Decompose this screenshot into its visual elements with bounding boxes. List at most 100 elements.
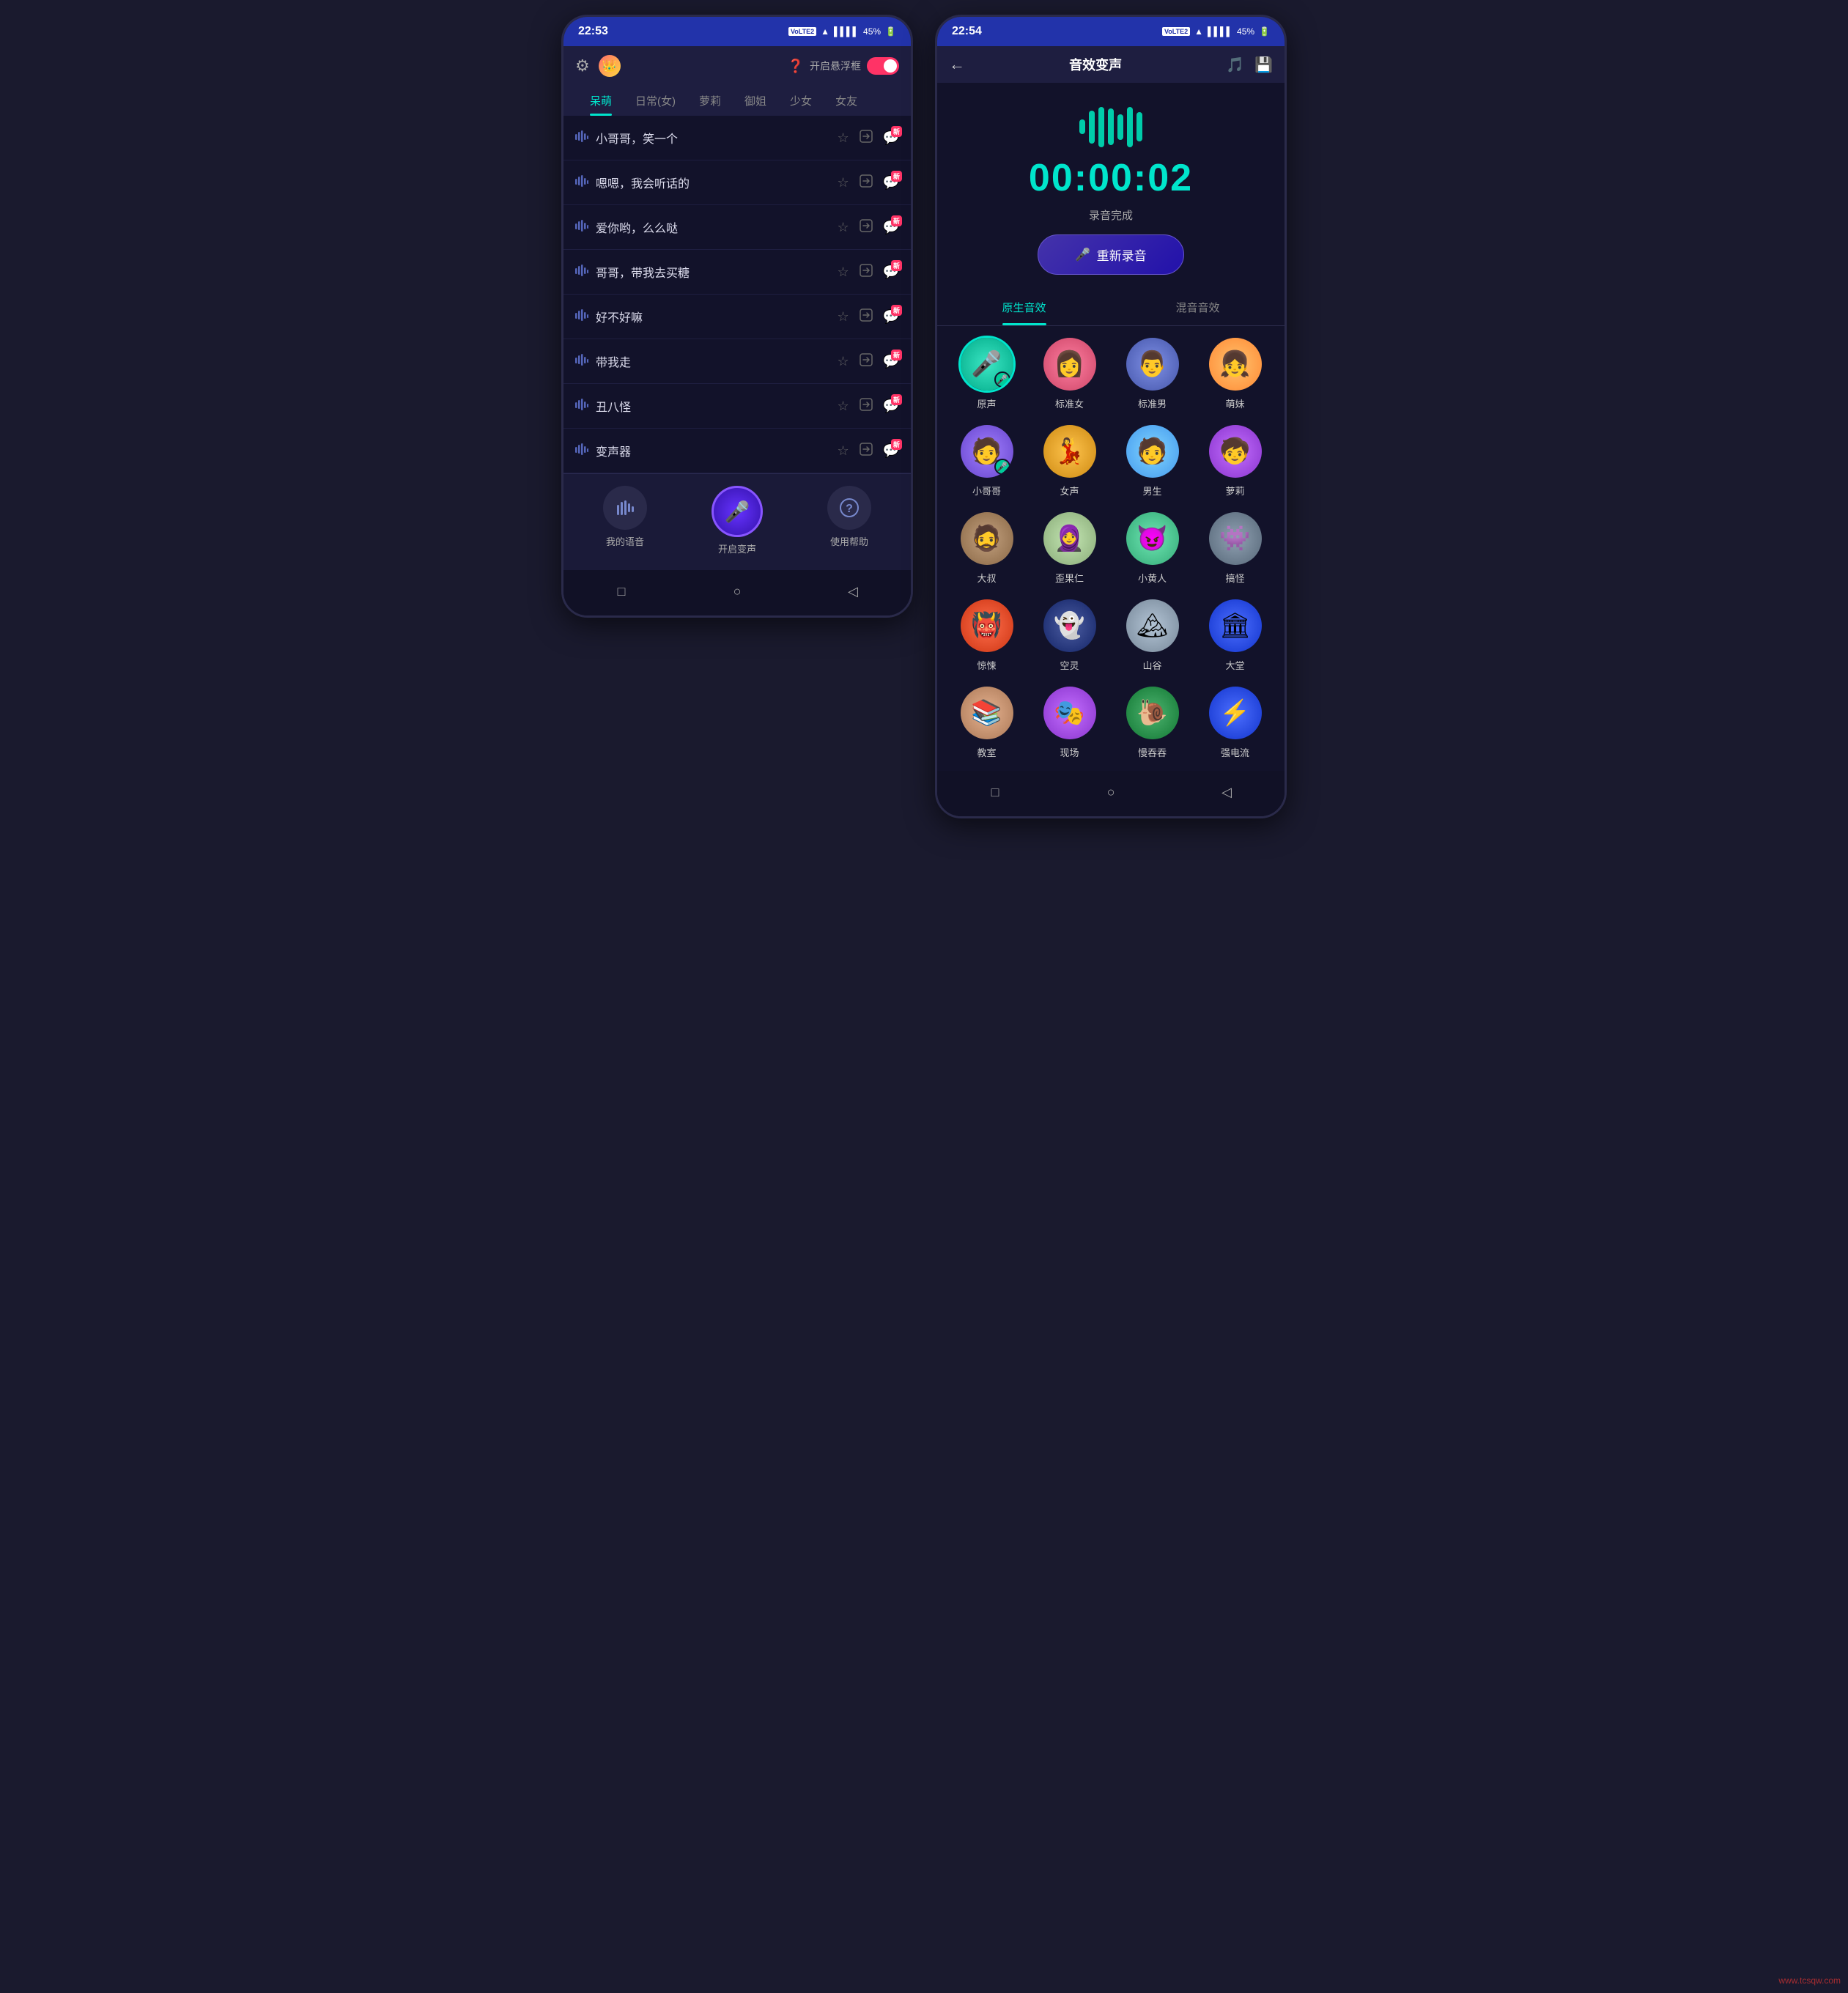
square-btn[interactable]: □ [610, 580, 632, 602]
tab-4[interactable]: 少女 [778, 86, 824, 116]
save-icon[interactable]: 💾 [1254, 56, 1273, 74]
back-btn-sys[interactable]: ◁ [842, 580, 864, 602]
star-icon-7[interactable]: ☆ [837, 443, 849, 459]
chat-container-1: 💬 新 [883, 175, 899, 191]
status-icons-left: VoLTE2 ▲ ▌▌▌▌ 45% 🔋 [788, 26, 896, 37]
effect-name-8: 大叔 [977, 571, 996, 585]
effect-item-2[interactable]: 👨 标准男 [1115, 338, 1190, 410]
right-phone: 22:54 VoLTE2 ▲ ▌▌▌▌ 45% 🔋 ← 音效变声 🎵 💾 [935, 15, 1287, 818]
float-toggle[interactable] [867, 57, 899, 75]
effect-item-8[interactable]: 🧔 大叔 [949, 512, 1024, 585]
circle-btn-r[interactable]: ○ [1100, 781, 1122, 803]
effect-item-9[interactable]: 🧕 歪果仁 [1032, 512, 1107, 585]
wave-bar-4 [1108, 108, 1114, 145]
square-btn-r[interactable]: □ [984, 781, 1006, 803]
nav-my-voice[interactable]: 我的语音 [603, 486, 647, 555]
new-badge-1: 新 [891, 171, 902, 182]
effect-name-9: 歪果仁 [1055, 571, 1084, 585]
share-icon-1[interactable] [860, 174, 873, 191]
star-icon-4[interactable]: ☆ [837, 309, 849, 325]
star-icon-6[interactable]: ☆ [837, 399, 849, 414]
effect-avatar-1: 👩 [1043, 338, 1096, 391]
song-item-3[interactable]: 哥哥，带我去买糖 ☆ 💬 新 [563, 250, 911, 295]
tab-3[interactable]: 御姐 [733, 86, 778, 116]
effect-avatar-5: 💃 [1043, 425, 1096, 478]
effects-grid: 🎤 🎤 原声 👩 标准女 👨 标准男 👧 萌妹 🧑 🎤 小哥哥 💃 [937, 326, 1285, 771]
effect-emoji-16: 📚 [971, 698, 1002, 728]
effect-item-11[interactable]: 👾 搞怪 [1197, 512, 1273, 585]
effect-item-18[interactable]: 🐌 慢吞吞 [1115, 687, 1190, 759]
crown-icon[interactable]: 👑 [599, 55, 621, 77]
song-item-4[interactable]: 好不好嘛 ☆ 💬 新 [563, 295, 911, 339]
effect-item-13[interactable]: 👻 空灵 [1032, 599, 1107, 672]
share-icon-0[interactable] [860, 130, 873, 147]
share-icon-5[interactable] [860, 353, 873, 370]
song-item-7[interactable]: 变声器 ☆ 💬 新 [563, 429, 911, 473]
tab-0[interactable]: 呆萌 [578, 86, 624, 116]
settings-icon[interactable]: ⚙ [575, 56, 590, 75]
tab-1[interactable]: 日常(女) [624, 86, 687, 116]
effect-item-3[interactable]: 👧 萌妹 [1197, 338, 1273, 410]
effect-item-19[interactable]: ⚡ 强电流 [1197, 687, 1273, 759]
circle-btn[interactable]: ○ [726, 580, 748, 602]
song-actions-7: ☆ 💬 新 [837, 443, 899, 459]
tab-2[interactable]: 萝莉 [687, 86, 733, 116]
song-actions-1: ☆ 💬 新 [837, 174, 899, 191]
effect-item-10[interactable]: 😈 小黄人 [1115, 512, 1190, 585]
back-button[interactable]: ← [949, 55, 965, 74]
wave-bar-7 [1136, 112, 1142, 141]
effect-item-5[interactable]: 💃 女声 [1032, 425, 1107, 498]
effect-emoji-6: 🧑 [1136, 437, 1167, 466]
star-icon-0[interactable]: ☆ [837, 130, 849, 146]
re-record-button[interactable]: 🎤 重新录音 [1038, 234, 1183, 275]
battery-icon-r: 🔋 [1259, 26, 1270, 37]
effect-item-16[interactable]: 📚 教室 [949, 687, 1024, 759]
effect-name-4: 小哥哥 [972, 484, 1001, 498]
back-btn-sys-r[interactable]: ◁ [1216, 781, 1238, 803]
effect-avatar-12: 👹 [961, 599, 1013, 652]
mic-icon: 🎤 [712, 486, 763, 537]
recording-status: 录音完成 [1089, 207, 1133, 223]
share-icon-7[interactable] [860, 443, 873, 459]
song-item-6[interactable]: 丑八怪 ☆ 💬 新 [563, 384, 911, 429]
chat-container-4: 💬 新 [883, 309, 899, 325]
effect-item-12[interactable]: 👹 惊悚 [949, 599, 1024, 672]
star-icon-2[interactable]: ☆ [837, 220, 849, 235]
share-icon-2[interactable] [860, 219, 873, 236]
effect-emoji-0: 🎤 [971, 350, 1002, 379]
wave-bar-5 [1117, 114, 1123, 140]
tab-native-effect[interactable]: 原生音效 [937, 289, 1111, 325]
star-icon-5[interactable]: ☆ [837, 354, 849, 369]
effect-item-7[interactable]: 🧒 萝莉 [1197, 425, 1273, 498]
effect-item-15[interactable]: 🏛 大堂 [1197, 599, 1273, 672]
waveform-display [1079, 105, 1142, 149]
effect-name-10: 小黄人 [1138, 571, 1167, 585]
effect-item-17[interactable]: 🎭 现场 [1032, 687, 1107, 759]
list-icon[interactable]: 🎵 [1226, 56, 1244, 74]
waveform-icon-2 [575, 220, 588, 235]
share-icon-4[interactable] [860, 308, 873, 325]
song-item-5[interactable]: 带我走 ☆ 💬 新 [563, 339, 911, 384]
star-icon-3[interactable]: ☆ [837, 265, 849, 280]
mic-indicator-4: 🎤 [994, 459, 1010, 475]
effect-item-14[interactable]: 🏔 山谷 [1115, 599, 1190, 672]
share-icon-6[interactable] [860, 398, 873, 415]
effect-item-1[interactable]: 👩 标准女 [1032, 338, 1107, 410]
effect-item-6[interactable]: 🧑 男生 [1115, 425, 1190, 498]
tab-5[interactable]: 女友 [824, 86, 869, 116]
star-icon-1[interactable]: ☆ [837, 175, 849, 191]
help-icon[interactable]: ❓ [788, 59, 804, 74]
effect-emoji-10: 😈 [1136, 524, 1167, 553]
nav-help[interactable]: ? 使用帮助 [827, 486, 871, 555]
song-item-1[interactable]: 嗯嗯，我会听话的 ☆ 💬 新 [563, 160, 911, 205]
tab-mix-effect[interactable]: 混音音效 [1111, 289, 1285, 325]
wifi-icon: ▲ [821, 26, 829, 37]
effect-item-0[interactable]: 🎤 🎤 原声 [949, 338, 1024, 410]
effect-item-4[interactable]: 🧑 🎤 小哥哥 [949, 425, 1024, 498]
effect-avatar-16: 📚 [961, 687, 1013, 739]
share-icon-3[interactable] [860, 264, 873, 281]
song-item-2[interactable]: 爱你哟，么么哒 ☆ 💬 新 [563, 205, 911, 250]
song-item-0[interactable]: 小哥哥，笑一个 ☆ 💬 新 [563, 116, 911, 160]
nav-voice-change[interactable]: 🎤 开启变声 [712, 486, 763, 555]
effect-avatar-2: 👨 [1126, 338, 1179, 391]
